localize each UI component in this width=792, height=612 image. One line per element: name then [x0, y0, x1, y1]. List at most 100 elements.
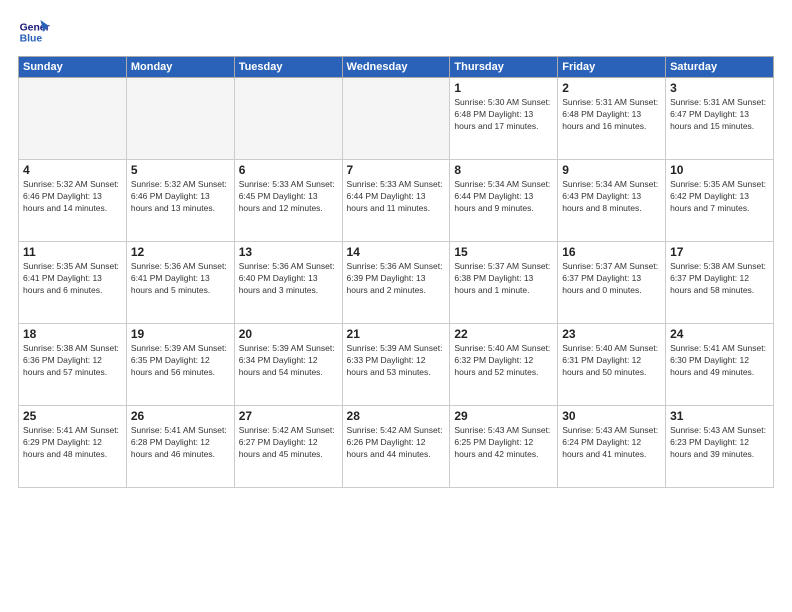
calendar-cell: 31 Sunrise: 5:43 AM Sunset: 6:23 PM Dayli…: [666, 406, 774, 488]
calendar-week-row: 4 Sunrise: 5:32 AM Sunset: 6:46 PM Daylig…: [19, 160, 774, 242]
day-info: Sunrise: 5:35 AM Sunset: 6:42 PM Dayligh…: [670, 179, 769, 215]
day-info: Sunrise: 5:43 AM Sunset: 6:24 PM Dayligh…: [562, 425, 661, 461]
header: General Blue: [18, 16, 774, 48]
day-info: Sunrise: 5:33 AM Sunset: 6:45 PM Dayligh…: [239, 179, 338, 215]
calendar-cell: 26Sunrise: 5:41 AM Sunset: 6:28 PM Dayli…: [126, 406, 234, 488]
calendar-page: General Blue SundayMondayTuesdayWednesda…: [0, 0, 792, 612]
day-info: Sunrise: 5:41 AM Sunset: 6:29 PM Dayligh…: [23, 425, 122, 461]
calendar-cell: 19 Sunrise: 5:39 AM Sunset: 6:35 PM Dayli…: [126, 324, 234, 406]
day-number: 4: [23, 163, 122, 177]
calendar-cell: [19, 78, 127, 160]
svg-text:Blue: Blue: [20, 34, 43, 45]
day-number: 15: [454, 245, 553, 259]
calendar-cell: 21 Sunrise: 5:39 AM Sunset: 6:33 PM Dayli…: [342, 324, 450, 406]
day-number: 9: [562, 163, 661, 177]
day-info: Sunrise: 5:32 AM Sunset: 6:46 PM Dayligh…: [131, 179, 230, 215]
calendar-cell: 24Sunrise: 5:41 AM Sunset: 6:30 PM Dayli…: [666, 324, 774, 406]
day-info: Sunrise: 5:30 AM Sunset: 6:48 PM Dayligh…: [454, 97, 553, 133]
day-number: 10: [670, 163, 769, 177]
weekday-header: Saturday: [666, 57, 774, 78]
day-number: 23: [562, 327, 661, 341]
calendar-cell: 27Sunrise: 5:42 AM Sunset: 6:27 PM Dayli…: [234, 406, 342, 488]
day-info: Sunrise: 5:33 AM Sunset: 6:44 PM Dayligh…: [347, 179, 446, 215]
calendar-cell: 13 Sunrise: 5:36 AM Sunset: 6:40 PM Dayli…: [234, 242, 342, 324]
weekday-header: Monday: [126, 57, 234, 78]
calendar-cell: 12 Sunrise: 5:36 AM Sunset: 6:41 PM Dayli…: [126, 242, 234, 324]
day-number: 21: [347, 327, 446, 341]
day-info: Sunrise: 5:39 AM Sunset: 6:33 PM Dayligh…: [347, 343, 446, 379]
day-number: 19: [131, 327, 230, 341]
weekday-header-row: SundayMondayTuesdayWednesdayThursdayFrid…: [19, 57, 774, 78]
calendar-cell: 18 Sunrise: 5:38 AM Sunset: 6:36 PM Dayli…: [19, 324, 127, 406]
calendar-cell: [126, 78, 234, 160]
day-info: Sunrise: 5:42 AM Sunset: 6:27 PM Dayligh…: [239, 425, 338, 461]
calendar-cell: 28Sunrise: 5:42 AM Sunset: 6:26 PM Dayli…: [342, 406, 450, 488]
calendar-cell: 8 Sunrise: 5:34 AM Sunset: 6:44 PM Daylig…: [450, 160, 558, 242]
day-info: Sunrise: 5:39 AM Sunset: 6:34 PM Dayligh…: [239, 343, 338, 379]
calendar-cell: 3 Sunrise: 5:31 AM Sunset: 6:47 PM Daylig…: [666, 78, 774, 160]
calendar-week-row: 18 Sunrise: 5:38 AM Sunset: 6:36 PM Dayli…: [19, 324, 774, 406]
calendar-week-row: 11 Sunrise: 5:35 AM Sunset: 6:41 PM Dayli…: [19, 242, 774, 324]
day-info: Sunrise: 5:34 AM Sunset: 6:44 PM Dayligh…: [454, 179, 553, 215]
day-number: 28: [347, 409, 446, 423]
day-info: Sunrise: 5:37 AM Sunset: 6:38 PM Dayligh…: [454, 261, 553, 297]
weekday-header: Thursday: [450, 57, 558, 78]
day-number: 7: [347, 163, 446, 177]
day-info: Sunrise: 5:38 AM Sunset: 6:37 PM Dayligh…: [670, 261, 769, 297]
calendar-cell: 10 Sunrise: 5:35 AM Sunset: 6:42 PM Dayli…: [666, 160, 774, 242]
day-info: Sunrise: 5:39 AM Sunset: 6:35 PM Dayligh…: [131, 343, 230, 379]
calendar-cell: 6 Sunrise: 5:33 AM Sunset: 6:45 PM Daylig…: [234, 160, 342, 242]
calendar-cell: 9 Sunrise: 5:34 AM Sunset: 6:43 PM Daylig…: [558, 160, 666, 242]
day-number: 5: [131, 163, 230, 177]
calendar-week-row: 1 Sunrise: 5:30 AM Sunset: 6:48 PM Daylig…: [19, 78, 774, 160]
calendar-cell: 11 Sunrise: 5:35 AM Sunset: 6:41 PM Dayli…: [19, 242, 127, 324]
calendar-cell: 16 Sunrise: 5:37 AM Sunset: 6:37 PM Dayli…: [558, 242, 666, 324]
day-number: 11: [23, 245, 122, 259]
day-number: 22: [454, 327, 553, 341]
day-info: Sunrise: 5:43 AM Sunset: 6:25 PM Dayligh…: [454, 425, 553, 461]
calendar-cell: 30 Sunrise: 5:43 AM Sunset: 6:24 PM Dayli…: [558, 406, 666, 488]
logo: General Blue: [18, 16, 54, 48]
day-info: Sunrise: 5:40 AM Sunset: 6:32 PM Dayligh…: [454, 343, 553, 379]
day-info: Sunrise: 5:35 AM Sunset: 6:41 PM Dayligh…: [23, 261, 122, 297]
day-info: Sunrise: 5:37 AM Sunset: 6:37 PM Dayligh…: [562, 261, 661, 297]
calendar-cell: 17Sunrise: 5:38 AM Sunset: 6:37 PM Dayli…: [666, 242, 774, 324]
day-info: Sunrise: 5:36 AM Sunset: 6:41 PM Dayligh…: [131, 261, 230, 297]
day-info: Sunrise: 5:36 AM Sunset: 6:40 PM Dayligh…: [239, 261, 338, 297]
day-number: 30: [562, 409, 661, 423]
day-info: Sunrise: 5:34 AM Sunset: 6:43 PM Dayligh…: [562, 179, 661, 215]
day-number: 3: [670, 81, 769, 95]
day-info: Sunrise: 5:38 AM Sunset: 6:36 PM Dayligh…: [23, 343, 122, 379]
weekday-header: Wednesday: [342, 57, 450, 78]
day-number: 26: [131, 409, 230, 423]
weekday-header: Friday: [558, 57, 666, 78]
calendar-cell: 4Sunrise: 5:32 AM Sunset: 6:46 PM Daylig…: [19, 160, 127, 242]
day-number: 13: [239, 245, 338, 259]
day-info: Sunrise: 5:31 AM Sunset: 6:47 PM Dayligh…: [670, 97, 769, 133]
weekday-header: Sunday: [19, 57, 127, 78]
day-number: 29: [454, 409, 553, 423]
calendar-cell: 1 Sunrise: 5:30 AM Sunset: 6:48 PM Daylig…: [450, 78, 558, 160]
day-info: Sunrise: 5:41 AM Sunset: 6:30 PM Dayligh…: [670, 343, 769, 379]
calendar-cell: [234, 78, 342, 160]
day-number: 16: [562, 245, 661, 259]
day-number: 25: [23, 409, 122, 423]
day-number: 18: [23, 327, 122, 341]
day-number: 1: [454, 81, 553, 95]
day-number: 14: [347, 245, 446, 259]
day-number: 8: [454, 163, 553, 177]
calendar-week-row: 25 Sunrise: 5:41 AM Sunset: 6:29 PM Dayli…: [19, 406, 774, 488]
calendar-cell: 7 Sunrise: 5:33 AM Sunset: 6:44 PM Daylig…: [342, 160, 450, 242]
day-number: 12: [131, 245, 230, 259]
day-number: 2: [562, 81, 661, 95]
calendar-cell: 23 Sunrise: 5:40 AM Sunset: 6:31 PM Dayli…: [558, 324, 666, 406]
day-info: Sunrise: 5:43 AM Sunset: 6:23 PM Dayligh…: [670, 425, 769, 461]
day-number: 20: [239, 327, 338, 341]
calendar-cell: 5 Sunrise: 5:32 AM Sunset: 6:46 PM Daylig…: [126, 160, 234, 242]
calendar-table: SundayMondayTuesdayWednesdayThursdayFrid…: [18, 56, 774, 488]
day-number: 6: [239, 163, 338, 177]
day-number: 31: [670, 409, 769, 423]
day-info: Sunrise: 5:40 AM Sunset: 6:31 PM Dayligh…: [562, 343, 661, 379]
calendar-cell: [342, 78, 450, 160]
calendar-cell: 2Sunrise: 5:31 AM Sunset: 6:48 PM Daylig…: [558, 78, 666, 160]
